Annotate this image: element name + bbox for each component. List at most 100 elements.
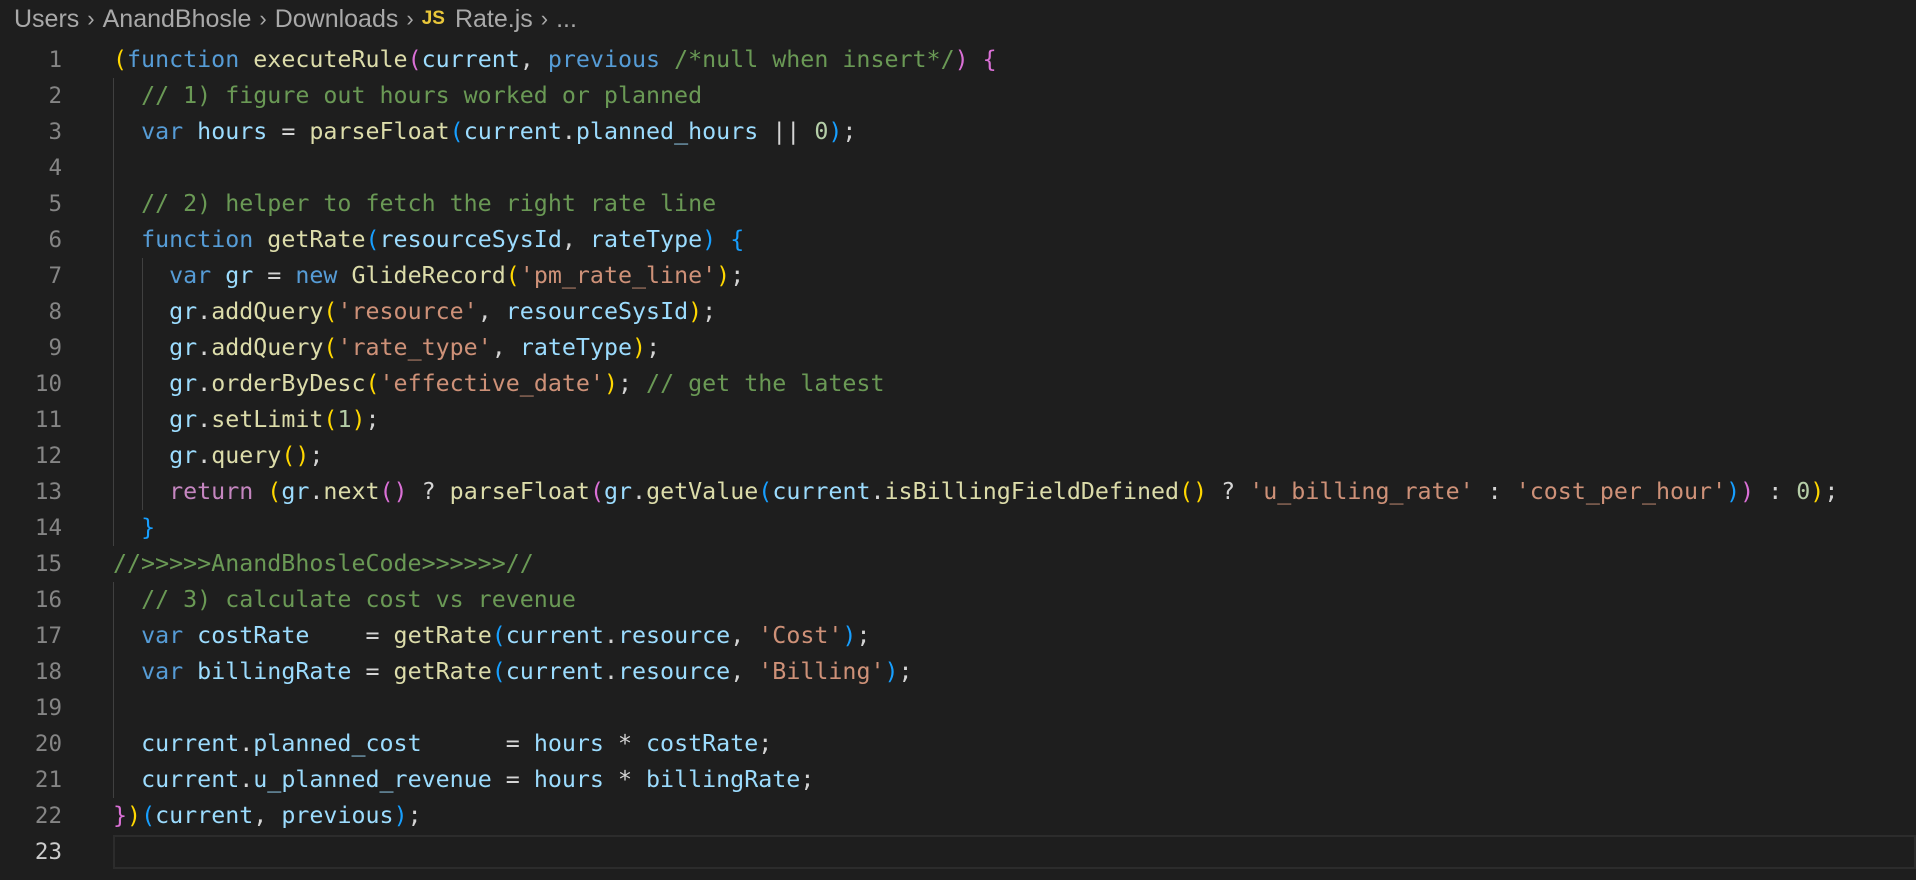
line-number: 17	[34, 623, 62, 649]
code-token: *	[603, 730, 647, 757]
code-token: addQuery	[211, 298, 324, 325]
code-token: resource	[617, 658, 731, 685]
line-number: 9	[48, 335, 62, 361]
code-line[interactable]: 15 //>>>>>AnandBhosleCode>>>>>>//	[0, 546, 1916, 582]
code-line[interactable]: 13 return (gr.next() ? parseFloat(gr.get…	[0, 474, 1916, 510]
code-token: :	[1473, 478, 1516, 505]
code-token: isBillingFieldDefined	[884, 478, 1180, 505]
breadcrumb-item-file[interactable]: Rate.js	[455, 5, 533, 34]
code-token: ;	[758, 730, 773, 757]
line-number: 5	[48, 191, 62, 217]
code-line[interactable]: 8 gr.addQuery('resource', resourceSysId)…	[0, 294, 1916, 330]
code-line[interactable]: 4	[0, 150, 1916, 186]
code-text: var gr = new GlideRecord('pm_rate_line')…	[113, 258, 744, 294]
code-token: executeRule	[253, 46, 408, 73]
code-token: new	[295, 262, 352, 289]
code-token: )	[351, 406, 366, 433]
code-token: setLimit	[211, 406, 324, 433]
breadcrumb-item-user-folder[interactable]: AnandBhosle	[103, 5, 252, 34]
code-token: .	[239, 766, 254, 793]
code-token: =	[491, 766, 534, 793]
code-token: (	[491, 658, 506, 685]
code-line[interactable]: 22})(current, previous);	[0, 798, 1916, 834]
code-text: var costRate = getRate(current.resource,…	[113, 618, 870, 654]
code-token: ;	[702, 298, 717, 325]
code-line[interactable]: 6 function getRate(resourceSysId, rateTy…	[0, 222, 1916, 258]
code-line[interactable]: 16 // 3) calculate cost vs revenue	[0, 582, 1916, 618]
code-line[interactable]: 14 }	[0, 510, 1916, 546]
breadcrumb-item-symbols[interactable]: ...	[556, 5, 577, 34]
code-token: ?	[407, 478, 450, 505]
code-text: gr.addQuery('resource', resourceSysId);	[113, 294, 716, 330]
code-token: ;	[898, 658, 913, 685]
line-number: 11	[34, 407, 62, 433]
code-text: gr.query();	[113, 438, 323, 474]
code-token: 1	[337, 406, 352, 433]
code-token: // get the latest	[646, 370, 885, 397]
code-token: current	[505, 622, 604, 649]
code-line[interactable]: 23	[0, 834, 1916, 870]
code-line[interactable]: 11 gr.setLimit(1);	[0, 402, 1916, 438]
code-token: resourceSysId	[505, 298, 689, 325]
code-line[interactable]: 19	[0, 690, 1916, 726]
code-token: 'cost_per_hour'	[1515, 478, 1727, 505]
code-line[interactable]: 10 gr.orderByDesc('effective_date'); // …	[0, 366, 1916, 402]
chevron-right-icon: ›	[259, 6, 267, 31]
code-token: )	[842, 622, 857, 649]
breadcrumb-item-downloads[interactable]: Downloads	[275, 5, 399, 34]
code-token: 0	[1796, 478, 1811, 505]
code-token: // 2) helper to fetch the right rate lin…	[141, 190, 717, 217]
code-line[interactable]: 3 var hours = parseFloat(current.planned…	[0, 114, 1916, 150]
code-token: /*null when insert*/	[674, 46, 955, 73]
code-line[interactable]: 20 current.planned_cost = hours * costRa…	[0, 726, 1916, 762]
code-token: }	[141, 514, 156, 541]
code-token: .	[632, 478, 647, 505]
code-line[interactable]: 5 // 2) helper to fetch the right rate l…	[0, 186, 1916, 222]
code-text: var hours = parseFloat(current.planned_h…	[113, 114, 856, 150]
code-token: getRate	[393, 622, 492, 649]
code-token: getValue	[646, 478, 759, 505]
line-number: 4	[48, 155, 62, 181]
code-line[interactable]: 21 current.u_planned_revenue = hours * b…	[0, 762, 1916, 798]
code-token: )	[632, 334, 647, 361]
code-token: ;	[646, 334, 661, 361]
line-number: 15	[34, 551, 62, 577]
code-token: costRate	[197, 622, 310, 649]
code-token: // 3) calculate cost vs revenue	[141, 586, 576, 613]
code-editor[interactable]: 1 (function executeRule(current, previous…	[0, 42, 1916, 870]
code-token: )	[1740, 478, 1755, 505]
code-text: gr.orderByDesc('effective_date'); // get…	[113, 366, 885, 402]
code-token: current	[141, 766, 240, 793]
indent-guide	[113, 150, 114, 186]
code-text: var billingRate = getRate(current.resour…	[113, 654, 913, 690]
code-text: (function executeRule(current, previous …	[113, 42, 997, 78]
code-token: rateType	[589, 226, 703, 253]
code-token: )	[688, 298, 703, 325]
code-line[interactable]: 9 gr.addQuery('rate_type', rateType);	[0, 330, 1916, 366]
code-line[interactable]: 7 var gr = new GlideRecord('pm_rate_line…	[0, 258, 1916, 294]
breadcrumb-item-users[interactable]: Users	[14, 5, 79, 34]
code-line[interactable]: 17 var costRate = getRate(current.resour…	[0, 618, 1916, 654]
code-line[interactable]: 12 gr.query();	[0, 438, 1916, 474]
code-line[interactable]: 18 var billingRate = getRate(current.res…	[0, 654, 1916, 690]
code-token: gr	[169, 298, 198, 325]
code-line[interactable]: 1 (function executeRule(current, previous…	[0, 42, 1916, 78]
code-text: // 2) helper to fetch the right rate lin…	[113, 186, 716, 222]
code-token: ,	[477, 298, 506, 325]
line-number: 16	[34, 587, 62, 613]
code-token: costRate	[646, 730, 759, 757]
code-token: billingRate	[646, 766, 801, 793]
line-number: 1	[48, 47, 62, 73]
code-line[interactable]: 2 // 1) figure out hours worked or plann…	[0, 78, 1916, 114]
code-text: // 3) calculate cost vs revenue	[113, 582, 576, 618]
code-token: u_planned_revenue	[253, 766, 492, 793]
code-token: )	[1810, 478, 1825, 505]
code-token: (	[589, 478, 604, 505]
code-token: gr	[603, 478, 633, 505]
